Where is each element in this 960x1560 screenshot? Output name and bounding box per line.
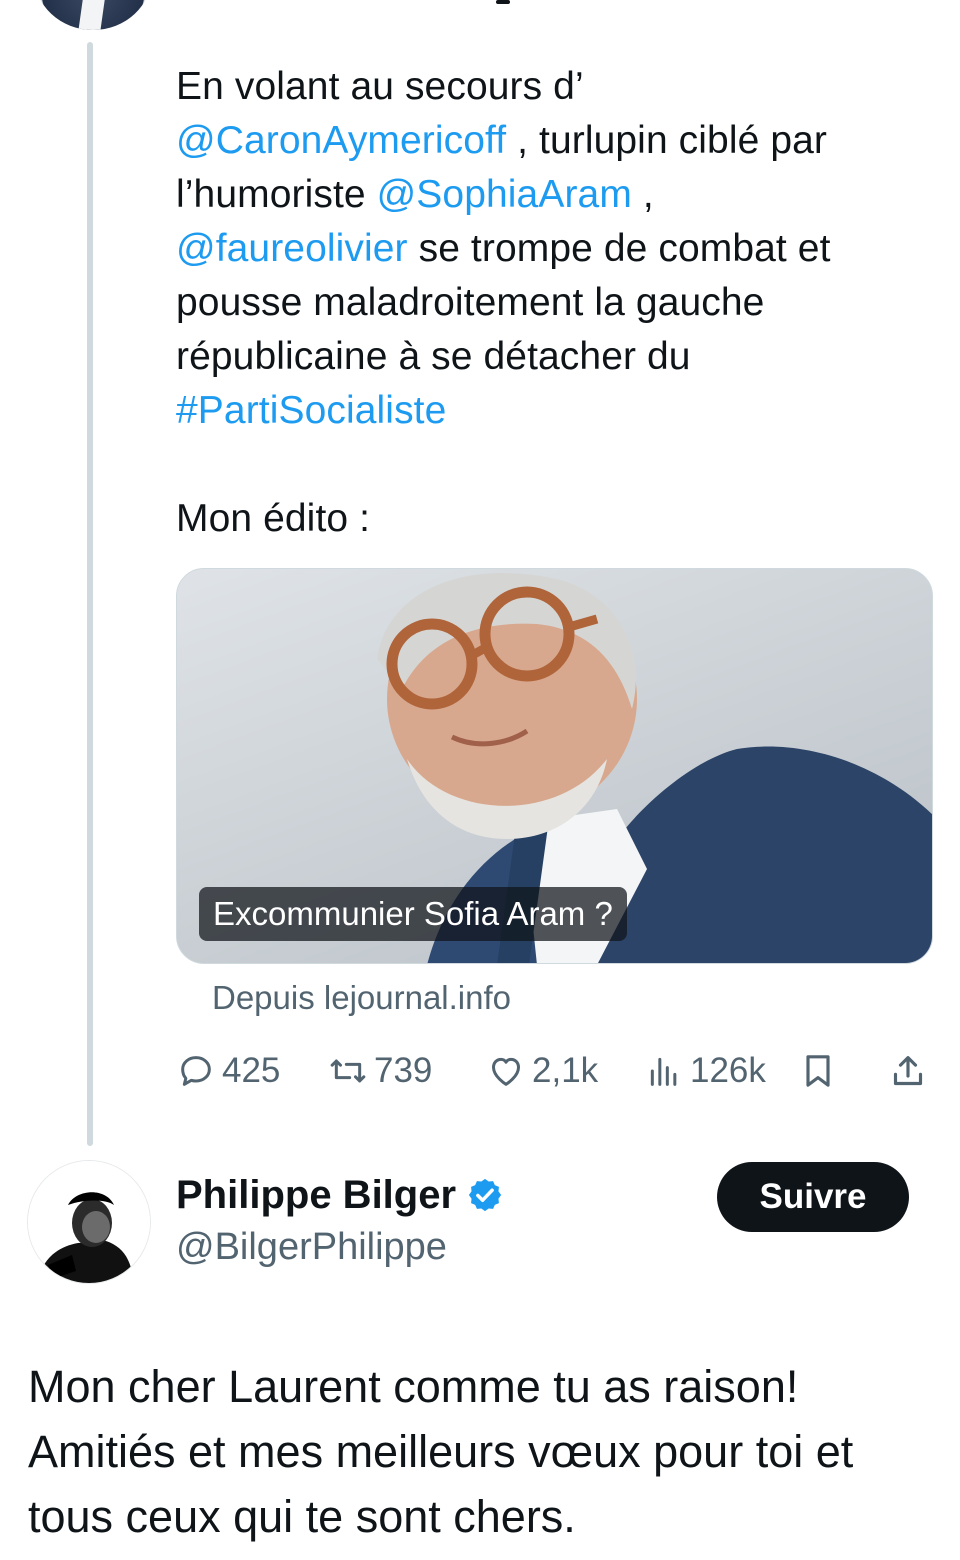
follow-button[interactable]: Suivre	[717, 1162, 909, 1232]
link-card-source[interactable]: Depuis lejournal.info	[212, 976, 511, 1020]
reply-icon	[181, 1056, 211, 1086]
retweet-count: 739	[374, 1051, 433, 1090]
views-count: 126k	[690, 1051, 766, 1090]
tweet-paragraph: En volant au secours d’ @CaronAymericoff …	[176, 65, 831, 432]
reply-count: 425	[222, 1051, 281, 1090]
tweet-body: En volant au secours d’ @CaronAymericoff …	[176, 60, 936, 546]
mention-sophiaaram[interactable]: @SophiaAram	[377, 173, 632, 216]
mention-faureolivier[interactable]: @faureolivier	[176, 227, 408, 270]
reply-author-handle[interactable]: @BilgerPhilippe	[176, 1222, 447, 1272]
retweet-icon	[330, 1059, 366, 1083]
analytics-icon	[650, 1057, 677, 1086]
bookmark-button[interactable]	[798, 1046, 844, 1096]
mention-caronaymericoff[interactable]: @CaronAymericoff	[176, 119, 506, 162]
link-card[interactable]: Excommunier Sofia Aram ?	[176, 568, 933, 964]
cropped-header-text	[496, 0, 510, 4]
link-card-title: Excommunier Sofia Aram ?	[199, 887, 627, 941]
reply-author-avatar[interactable]	[27, 1160, 151, 1284]
reply-author-name[interactable]: Philippe Bilger	[176, 1170, 504, 1220]
share-button[interactable]	[888, 1046, 934, 1096]
heart-icon	[492, 1057, 520, 1086]
retweet-button[interactable]: 739	[328, 1046, 432, 1096]
reply-body: Mon cher Laurent comme tu as raison! Ami…	[28, 1361, 854, 1542]
like-count: 2,1k	[532, 1051, 599, 1090]
tweet-paragraph-edito: Mon édito :	[176, 497, 371, 540]
bookmark-icon	[806, 1055, 830, 1087]
previous-author-avatar[interactable]	[34, 0, 152, 30]
verified-badge-icon	[468, 1178, 502, 1212]
thread-connector-line	[87, 42, 93, 1146]
views-button[interactable]: 126k	[644, 1046, 766, 1096]
reply-button[interactable]: 425	[176, 1046, 280, 1096]
share-icon	[893, 1056, 923, 1086]
like-button[interactable]: 2,1k	[486, 1046, 598, 1096]
author-photo	[28, 1161, 150, 1283]
hashtag-partisocialiste[interactable]: #PartiSocialiste	[176, 389, 446, 432]
tweet-actions-bar: 425 739 2,1k 126k	[176, 1046, 936, 1096]
